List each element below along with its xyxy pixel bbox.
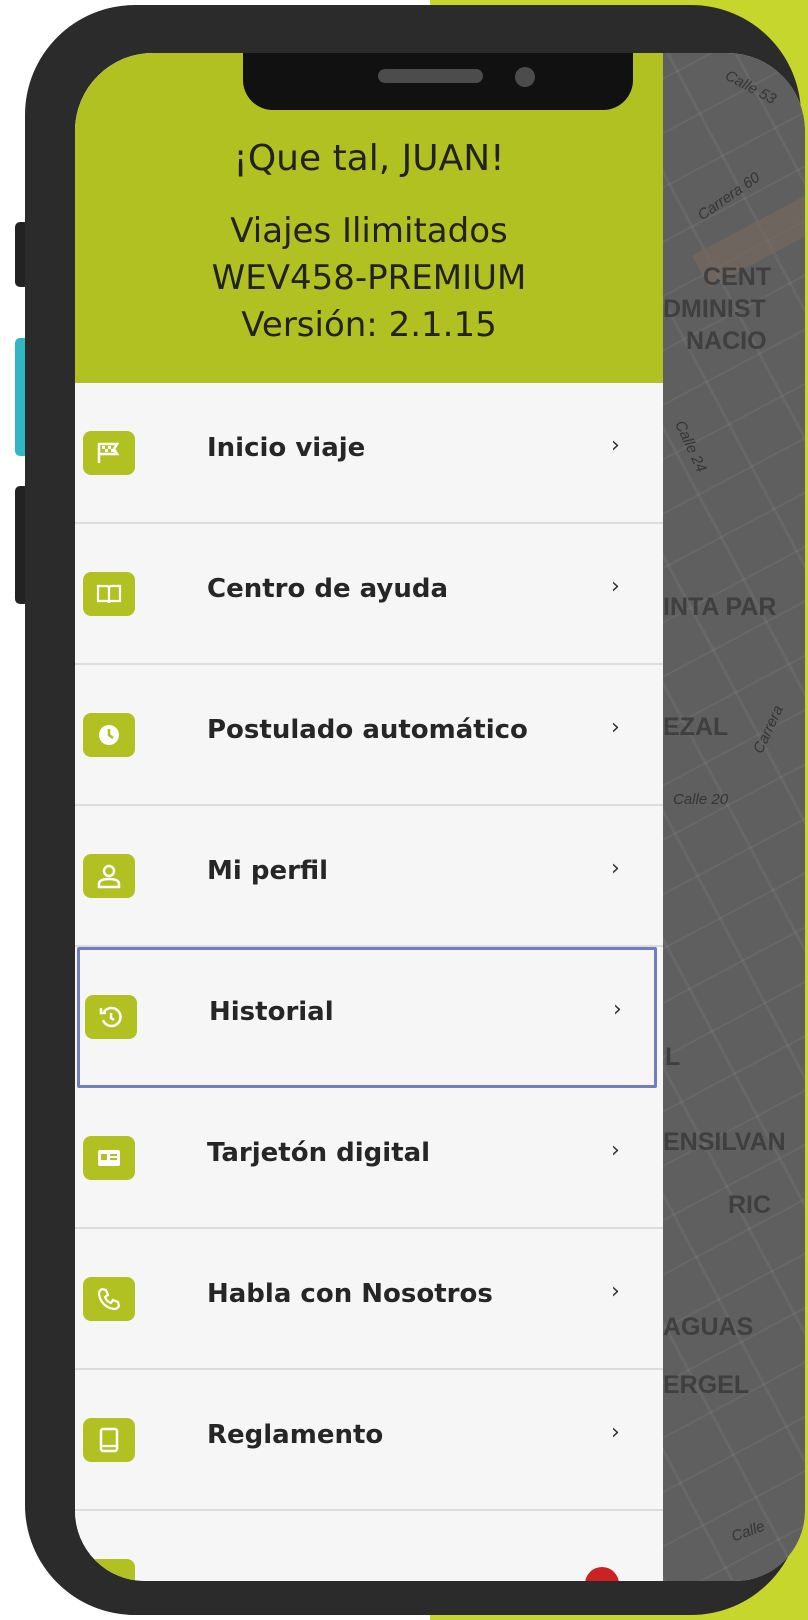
- document-icon: [83, 1418, 135, 1462]
- phone-icon: [83, 1277, 135, 1321]
- chevron-right-icon: ›: [611, 715, 620, 740]
- map-label: Carrera 60: [694, 168, 764, 225]
- flag-icon: [83, 431, 135, 475]
- notification-dot: [585, 1567, 619, 1581]
- plan-name: Viajes Ilimitados: [230, 211, 508, 251]
- menu-item-label: Centro de ayuda: [207, 574, 449, 604]
- menu-item-label: Mi perfil: [207, 856, 329, 886]
- map-label: Calle 24: [671, 417, 710, 476]
- menu-item-label: Habla con Nosotros: [207, 1279, 493, 1309]
- map-background: Calle 53 Carrera 60 CENT DMINIST NACIO C…: [663, 53, 805, 1581]
- menu-item-label: Reglamento: [207, 1420, 384, 1450]
- map-label: DMINIST: [663, 295, 766, 323]
- phone-notch: [243, 53, 633, 110]
- menu-item-historial[interactable]: Historial ›: [77, 947, 657, 1088]
- map-label: Calle 20: [673, 791, 729, 808]
- drawer-menu: Inicio viaje › Centro de ayuda › Postula…: [75, 383, 663, 1511]
- menu-item-postulado-automatico[interactable]: Postulado automático ›: [75, 665, 663, 806]
- app-version: Versión: 2.1.15: [241, 305, 497, 345]
- plan-info: Viajes Ilimitados WEV458-PREMIUM Versión…: [75, 208, 663, 349]
- map-label: INTA PAR: [663, 593, 777, 621]
- menu-item-centro-de-ayuda[interactable]: Centro de ayuda ›: [75, 524, 663, 665]
- chevron-right-icon: ›: [611, 1138, 620, 1163]
- phone-screen: Calle 53 Carrera 60 CENT DMINIST NACIO C…: [75, 53, 805, 1581]
- map-label: L: [665, 1043, 681, 1071]
- user-icon: [83, 854, 135, 898]
- map-label: ERGEL: [663, 1371, 750, 1399]
- map-label: EZAL: [663, 713, 729, 741]
- menu-item-label: Postulado automático: [207, 715, 528, 745]
- menu-item-label: Tarjetón digital: [207, 1138, 431, 1168]
- partial-menu-icon: [83, 1559, 135, 1581]
- menu-item-tarjeton-digital[interactable]: Tarjetón digital ›: [75, 1088, 663, 1229]
- book-icon: [83, 572, 135, 616]
- map-label: NACIO: [686, 327, 767, 355]
- map-label: ENSILVAN: [663, 1128, 786, 1156]
- map-label: Calle 53: [722, 67, 779, 108]
- phone-frame: Calle 53 Carrera 60 CENT DMINIST NACIO C…: [25, 5, 805, 1615]
- speaker-grille: [378, 69, 483, 83]
- history-icon: [85, 995, 137, 1039]
- menu-item-habla-con-nosotros[interactable]: Habla con Nosotros ›: [75, 1229, 663, 1370]
- menu-item-label: Inicio viaje: [207, 433, 366, 463]
- map-label: Calle: [729, 1517, 768, 1546]
- map-label: Carrera: [749, 702, 787, 757]
- menu-item-mi-perfil[interactable]: Mi perfil ›: [75, 806, 663, 947]
- navigation-drawer: ¡Que tal, JUAN! Viajes Ilimitados WEV458…: [75, 53, 663, 1581]
- clock-icon: [83, 713, 135, 757]
- chevron-right-icon: ›: [611, 1420, 620, 1445]
- chevron-right-icon: ›: [611, 433, 620, 458]
- menu-item-reglamento[interactable]: Reglamento ›: [75, 1370, 663, 1511]
- chevron-right-icon: ›: [611, 574, 620, 599]
- menu-item-label: Historial: [209, 997, 334, 1027]
- map-label: RIC: [728, 1191, 772, 1219]
- front-camera: [515, 67, 535, 87]
- plan-code: WEV458-PREMIUM: [211, 258, 527, 298]
- map-label: CENT: [703, 263, 772, 291]
- user-greeting: ¡Que tal, JUAN!: [233, 138, 505, 179]
- id-card-icon: [83, 1136, 135, 1180]
- chevron-right-icon: ›: [611, 856, 620, 881]
- chevron-right-icon: ›: [613, 997, 622, 1022]
- chevron-right-icon: ›: [611, 1279, 620, 1304]
- map-label: AGUAS: [663, 1313, 754, 1341]
- menu-item-inicio-viaje[interactable]: Inicio viaje ›: [75, 383, 663, 524]
